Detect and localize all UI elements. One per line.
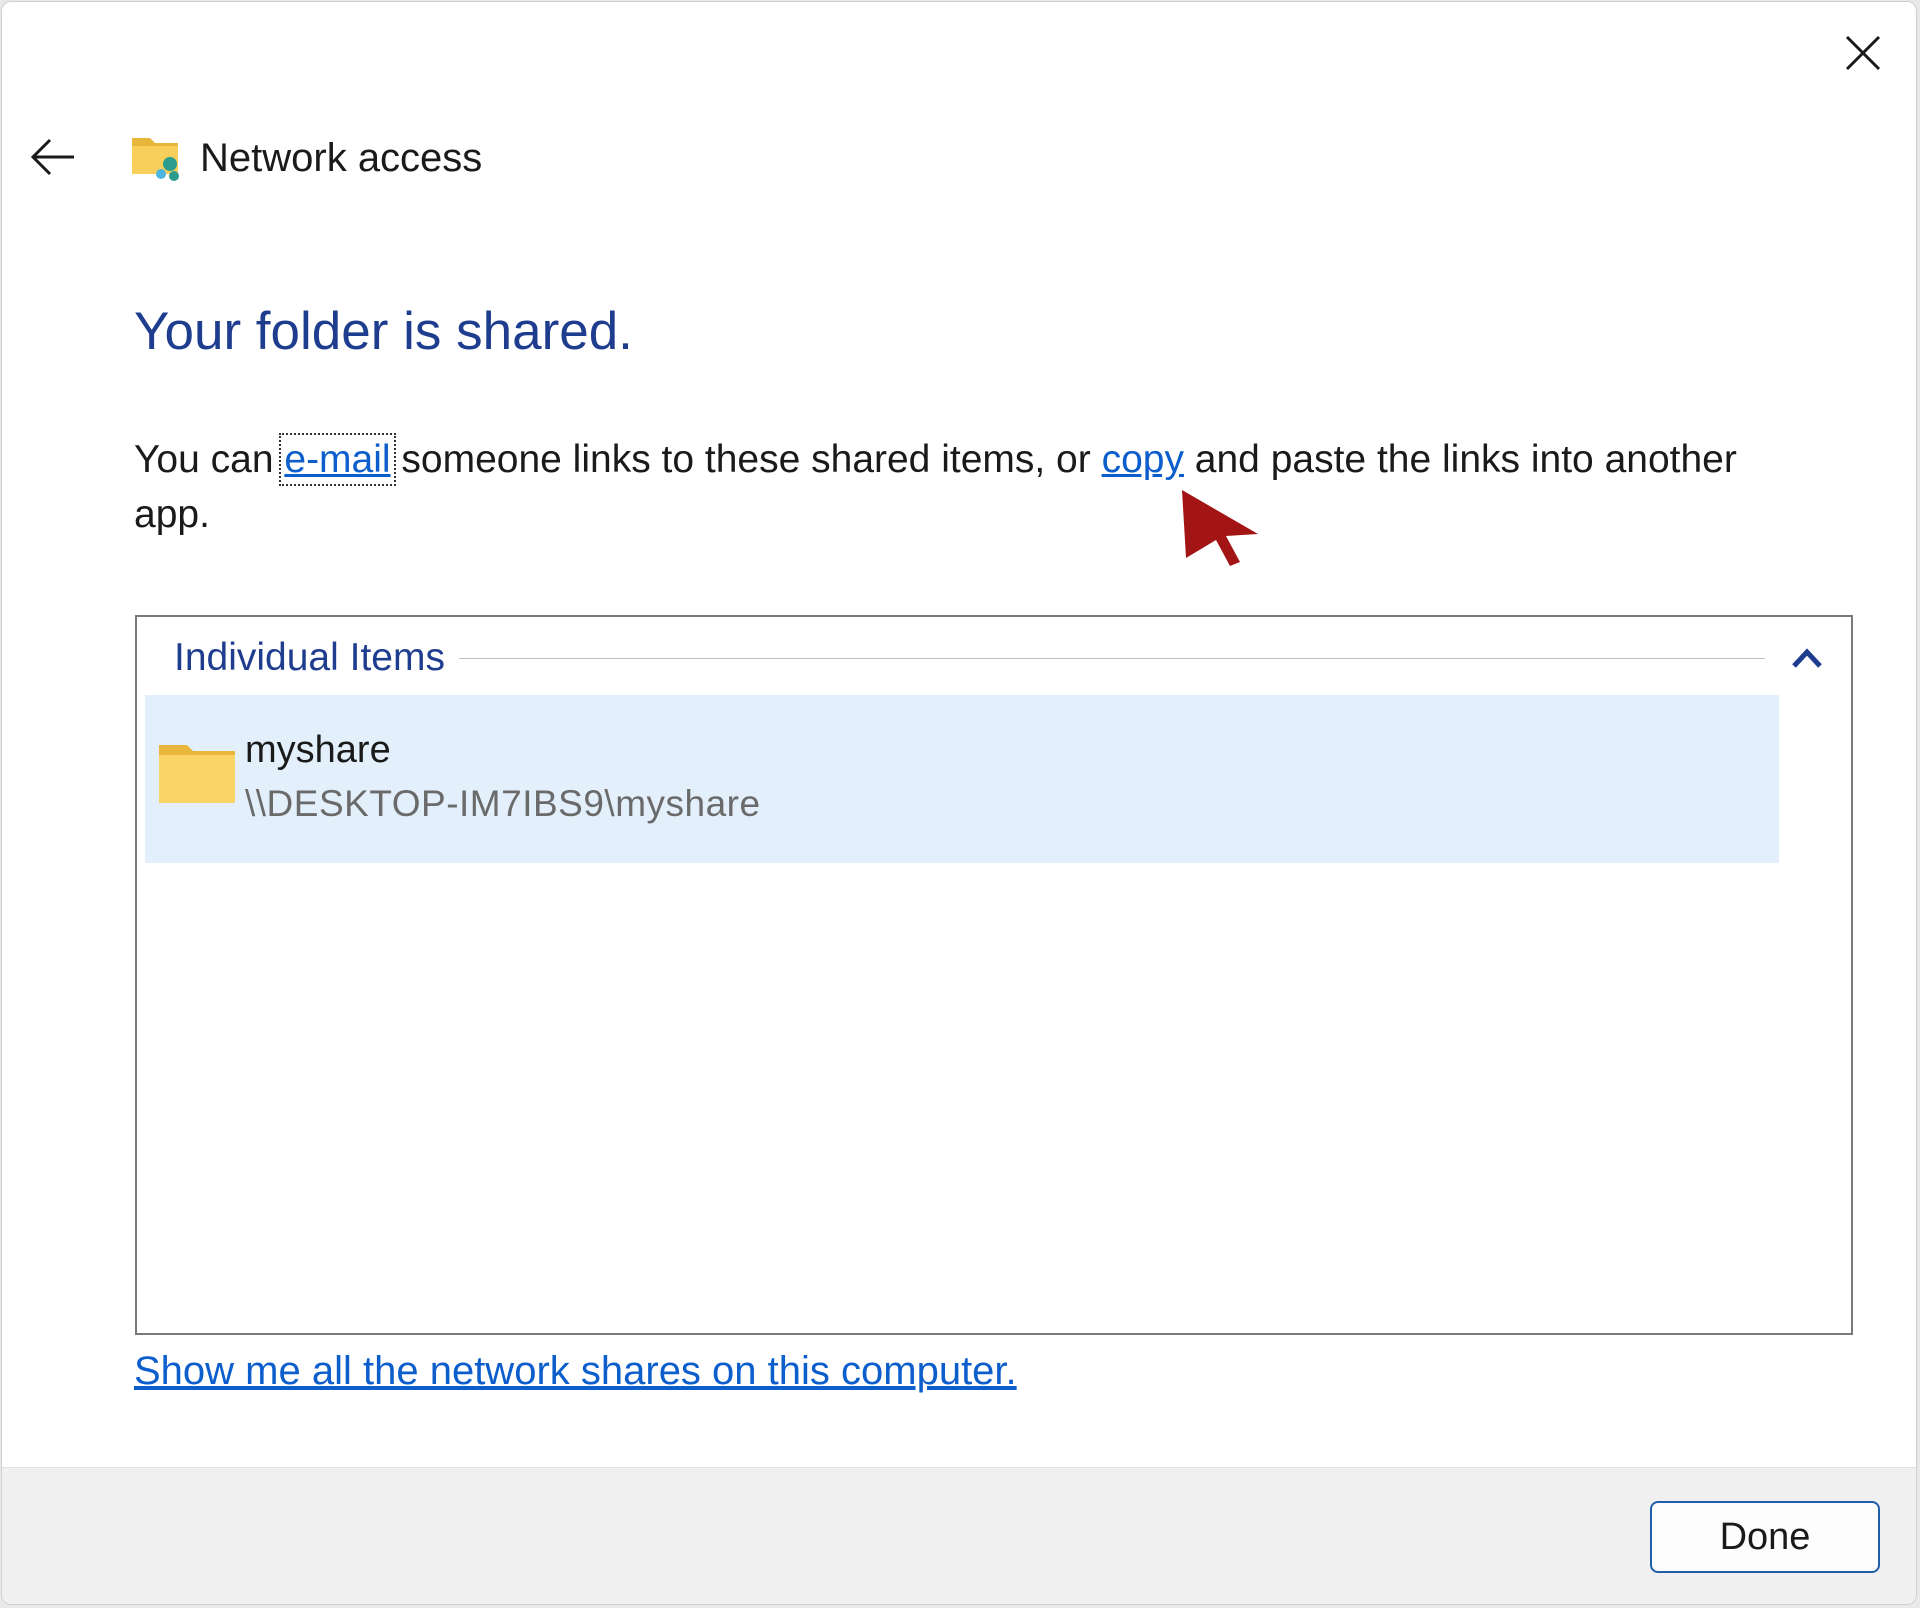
mouse-pointer-icon [1182,490,1258,566]
network-folder-icon [132,138,179,181]
item-name: myshare [245,729,391,771]
email-link[interactable]: e-mail [279,433,396,486]
close-icon [1845,35,1881,71]
description-text: You can e-mail someone links to these sh… [134,432,1814,542]
group-divider [458,657,1765,659]
folder-icon [159,745,235,803]
window-title: Network access [200,136,483,180]
item-path: \\DESKTOP-IM7IBS9\myshare [245,783,761,824]
list-item[interactable]: myshare \\DESKTOP-IM7IBS9\myshare [145,695,1779,863]
collapse-group-button[interactable] [1787,638,1827,678]
copy-link[interactable]: copy [1102,438,1184,481]
show-all-shares-link[interactable]: Show me all the network shares on this c… [134,1346,1017,1396]
shared-items-list[interactable]: Individual Items myshare \\DESKTOP-IM7IB… [135,615,1853,1335]
back-button[interactable] [20,124,86,190]
description-part2: someone links to these shared items, or [390,438,1102,481]
chevron-up-icon [1792,648,1822,668]
dialog-footer: Done [2,1467,1916,1604]
network-access-dialog: Network access Your folder is shared. Yo… [1,1,1917,1605]
page-heading: Your folder is shared. [134,302,633,361]
description-part1: You can [134,438,285,481]
back-arrow-icon [30,138,74,176]
group-header: Individual Items [174,633,1827,683]
group-label: Individual Items [174,636,445,679]
done-button[interactable]: Done [1650,1501,1880,1573]
close-button[interactable] [1822,22,1904,84]
